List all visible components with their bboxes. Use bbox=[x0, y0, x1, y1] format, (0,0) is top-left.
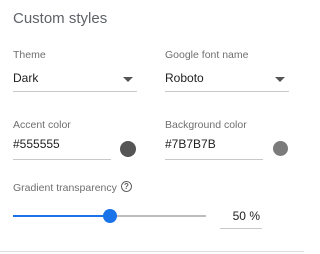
percent-unit: % bbox=[249, 209, 260, 223]
slider-thumb[interactable] bbox=[102, 209, 117, 223]
accent-color-swatch[interactable] bbox=[120, 141, 136, 157]
help-icon[interactable]: ? bbox=[121, 181, 132, 192]
panel-title: Custom styles bbox=[13, 10, 108, 27]
background-color-field[interactable] bbox=[165, 136, 263, 160]
font-label: Google font name bbox=[165, 49, 249, 61]
accent-color-field[interactable] bbox=[13, 136, 111, 160]
percent-number: 50 bbox=[232, 209, 246, 223]
chevron-down-icon bbox=[123, 77, 133, 82]
chevron-down-icon bbox=[275, 77, 285, 82]
theme-label: Theme bbox=[13, 49, 46, 61]
background-color-input[interactable] bbox=[165, 137, 263, 151]
accent-color-label: Accent color bbox=[13, 119, 71, 131]
font-select[interactable]: Roboto bbox=[165, 68, 289, 92]
background-color-swatch[interactable] bbox=[273, 141, 288, 156]
gradient-transparency-slider[interactable] bbox=[13, 209, 206, 223]
accent-color-input[interactable] bbox=[13, 137, 111, 151]
font-select-value: Roboto bbox=[165, 71, 204, 85]
theme-select[interactable]: Dark bbox=[13, 68, 137, 92]
bottom-divider bbox=[0, 251, 304, 252]
gradient-transparency-label: Gradient transparency bbox=[13, 182, 117, 194]
theme-select-value: Dark bbox=[13, 71, 39, 85]
background-color-label: Background color bbox=[165, 119, 247, 131]
slider-fill bbox=[13, 215, 110, 217]
gradient-transparency-percent-value: 50 % bbox=[233, 209, 260, 223]
gradient-transparency-percent-field[interactable]: 50 % bbox=[220, 205, 262, 229]
custom-styles-panel: Custom styles Theme Dark Google font nam… bbox=[0, 0, 304, 254]
